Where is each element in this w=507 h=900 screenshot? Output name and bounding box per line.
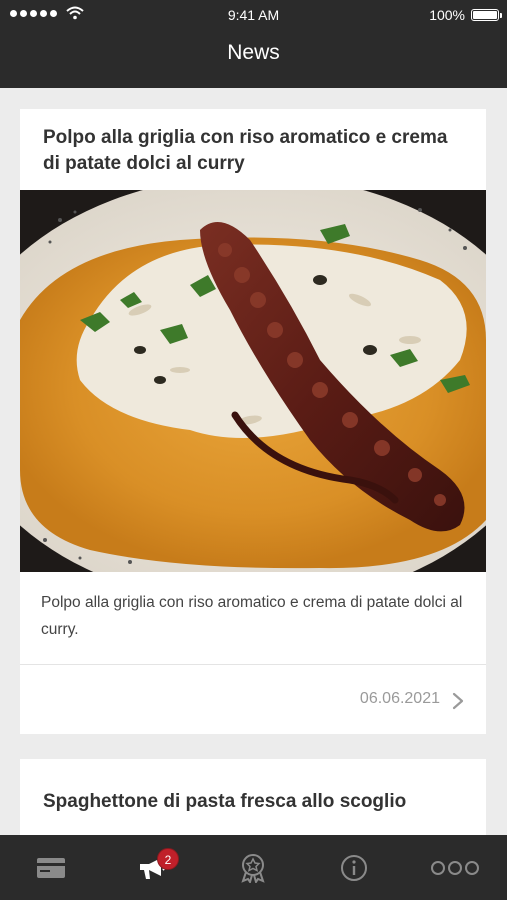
tab-card[interactable]: [0, 835, 101, 900]
notification-badge: 2: [157, 848, 179, 870]
tab-info[interactable]: [303, 835, 404, 900]
status-bar: 9:41 AM 100%: [0, 0, 507, 30]
news-card-title: Polpo alla griglia con riso aromatico e …: [43, 127, 448, 174]
nav-bar: News: [0, 30, 507, 88]
tab-rewards[interactable]: [202, 835, 303, 900]
news-card-description: Polpo alla griglia con riso aromatico e …: [41, 594, 463, 638]
info-icon: [340, 854, 367, 881]
news-card-title: Spaghettone di pasta fresca allo scoglio: [43, 791, 407, 812]
news-card-date: 06.06.2021: [359, 690, 440, 707]
more-icon: [430, 860, 479, 875]
card-icon: [36, 857, 65, 878]
battery-icon: [471, 9, 502, 21]
battery-percent: 100%: [429, 7, 465, 23]
chevron-right-icon[interactable]: [452, 692, 464, 710]
tab-news[interactable]: 2: [101, 835, 202, 900]
news-card[interactable]: Spaghettone di pasta fresca allo scoglio: [20, 759, 486, 835]
news-card-footer[interactable]: 06.06.2021: [20, 665, 486, 734]
grilled-octopus-dish-photo: [20, 190, 486, 572]
news-card[interactable]: Polpo alla griglia con riso aromatico e …: [20, 109, 486, 734]
award-icon: [240, 853, 265, 883]
news-list[interactable]: Polpo alla griglia con riso aromatico e …: [0, 88, 507, 835]
tab-more[interactable]: [404, 835, 505, 900]
tab-bar: 2: [0, 835, 507, 900]
page-title: News: [227, 41, 280, 64]
